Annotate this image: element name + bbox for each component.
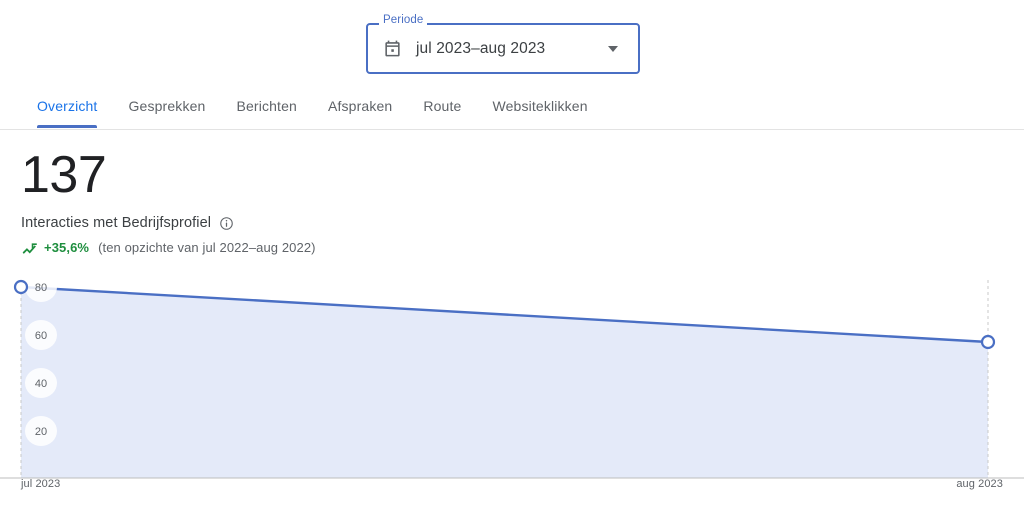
x-tick-label-end: aug 2023 <box>956 478 1003 490</box>
calendar-icon <box>385 40 400 57</box>
tab-websiteklikken[interactable]: Websiteklikken <box>492 93 587 128</box>
period-selector[interactable]: Periode jul 2023–aug 2023 <box>366 14 640 74</box>
tab-route[interactable]: Route <box>423 93 461 128</box>
trending-up-icon <box>22 242 37 254</box>
tab-label: Route <box>423 98 462 114</box>
tab-overzicht[interactable]: Overzicht <box>37 93 98 128</box>
tab-bar-divider <box>0 129 1024 130</box>
y-tick-label: 60 <box>35 330 47 342</box>
interactions-area-chart: 80 60 40 20 jul 2023 aug 2023 <box>0 272 1024 525</box>
metric-summary: 137 Interacties met Bedrijfsprofiel +35,… <box>21 146 316 255</box>
tab-label: Overzicht <box>37 98 98 114</box>
data-point-marker-end[interactable] <box>980 334 996 350</box>
chevron-down-icon[interactable] <box>608 45 618 52</box>
metric-delta-percentage: +35,6% <box>44 240 90 255</box>
chart-canvas: 80 60 40 20 <box>0 272 1024 479</box>
tab-label: Gesprekken <box>128 98 206 114</box>
data-point-marker-start[interactable] <box>13 279 29 295</box>
metric-label-row: Interacties met Bedrijfsprofiel <box>21 215 316 231</box>
y-axis-tick-80: 80 <box>25 272 57 302</box>
tab-label: Afspraken <box>327 98 393 114</box>
y-axis-tick-40: 40 <box>25 368 57 398</box>
metric-value: 137 <box>21 146 107 204</box>
metric-comparison-note: (ten opzichte van jul 2022–aug 2022) <box>98 240 316 255</box>
y-tick-label: 40 <box>35 378 47 390</box>
tab-gesprekken[interactable]: Gesprekken <box>128 93 205 128</box>
metric-label: Interacties met Bedrijfsprofiel <box>21 215 212 231</box>
tab-label: Websiteklikken <box>492 98 588 114</box>
y-tick-label: 20 <box>35 426 47 438</box>
tab-berichten[interactable]: Berichten <box>236 93 297 128</box>
metric-delta-row: +35,6% (ten opzichte van jul 2022–aug 20… <box>21 240 316 255</box>
info-icon[interactable] <box>219 216 234 231</box>
tab-afspraken[interactable]: Afspraken <box>328 93 392 128</box>
tab-label: Berichten <box>236 98 297 114</box>
period-selector-field[interactable]: jul 2023–aug 2023 <box>366 23 640 74</box>
x-tick-label-start: jul 2023 <box>21 478 61 490</box>
period-selector-value: jul 2023–aug 2023 <box>416 39 546 57</box>
analytics-overview-page: Periode jul 2023–aug 2023 Overzicht Gesp… <box>0 0 1024 525</box>
y-axis-tick-60: 60 <box>25 320 57 350</box>
tab-bar: Overzicht Gesprekken Berichten Afspraken… <box>0 93 1024 130</box>
x-axis-labels: jul 2023 aug 2023 <box>0 478 1024 496</box>
y-tick-label: 80 <box>35 282 47 294</box>
y-axis-tick-20: 20 <box>25 416 57 446</box>
period-selector-label: Periode <box>379 14 428 27</box>
